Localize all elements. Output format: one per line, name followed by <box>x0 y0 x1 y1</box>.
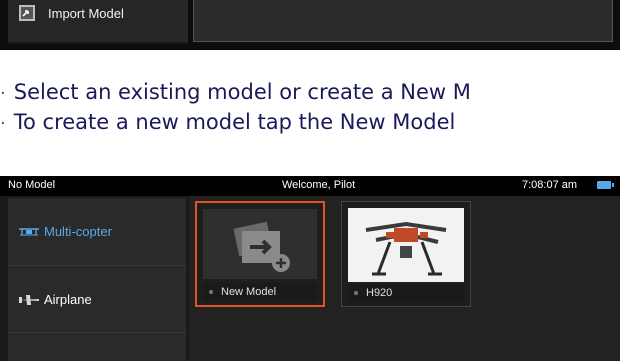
category-airplane[interactable]: Airplane <box>8 267 186 333</box>
new-model-thumbnail <box>203 209 317 279</box>
battery-icon <box>597 181 614 189</box>
status-dot-icon <box>354 291 358 295</box>
category-label: Airplane <box>44 292 92 307</box>
bullet-icon: · <box>0 83 6 104</box>
h920-thumbnail <box>348 208 464 282</box>
welcome-text: Welcome, Pilot <box>282 179 356 191</box>
top-sidebar: Import Model <box>8 0 188 44</box>
category-sidebar: Multi-copter Airplane <box>8 198 186 361</box>
bullet-icon: · <box>0 113 6 134</box>
multicopter-icon <box>18 226 40 238</box>
instruction-text: Select an existing model or create a New… <box>13 80 471 104</box>
top-screen: Import Model <box>0 0 620 50</box>
model-caption: New Model <box>203 283 317 301</box>
model-name: New Model <box>221 286 277 298</box>
model-name: H920 <box>366 287 393 299</box>
status-dot-icon <box>209 290 213 294</box>
new-model-icon <box>233 221 290 272</box>
import-model-label: Import Model <box>48 5 124 21</box>
category-multicopter[interactable]: Multi-copter <box>8 198 186 266</box>
model-status: No Model <box>8 179 56 191</box>
drone-photo <box>348 208 464 282</box>
instruction-line: · To create a new model tap the New Model <box>0 108 620 138</box>
category-label: Multi-copter <box>44 224 112 239</box>
h920-model-tile[interactable]: H920 <box>341 201 471 307</box>
model-grid: New Model H920 <box>189 196 620 361</box>
instructions: · Select an existing model or create a Ne… <box>0 78 620 138</box>
top-main-panel <box>193 0 613 42</box>
device-screen: No Model Welcome, Pilot 7:08:07 am Multi… <box>0 176 620 361</box>
status-bar: No Model Welcome, Pilot 7:08:07 am <box>0 176 620 196</box>
instruction-line: · Select an existing model or create a Ne… <box>0 78 620 108</box>
model-caption: H920 <box>348 284 464 302</box>
airplane-icon <box>18 294 40 306</box>
import-model-item[interactable]: Import Model <box>18 0 124 26</box>
import-icon <box>18 4 36 22</box>
clock: 7:08:07 am <box>522 179 578 191</box>
instruction-text: To create a new model tap the New Model <box>13 110 456 134</box>
new-model-tile[interactable]: New Model <box>195 201 325 307</box>
